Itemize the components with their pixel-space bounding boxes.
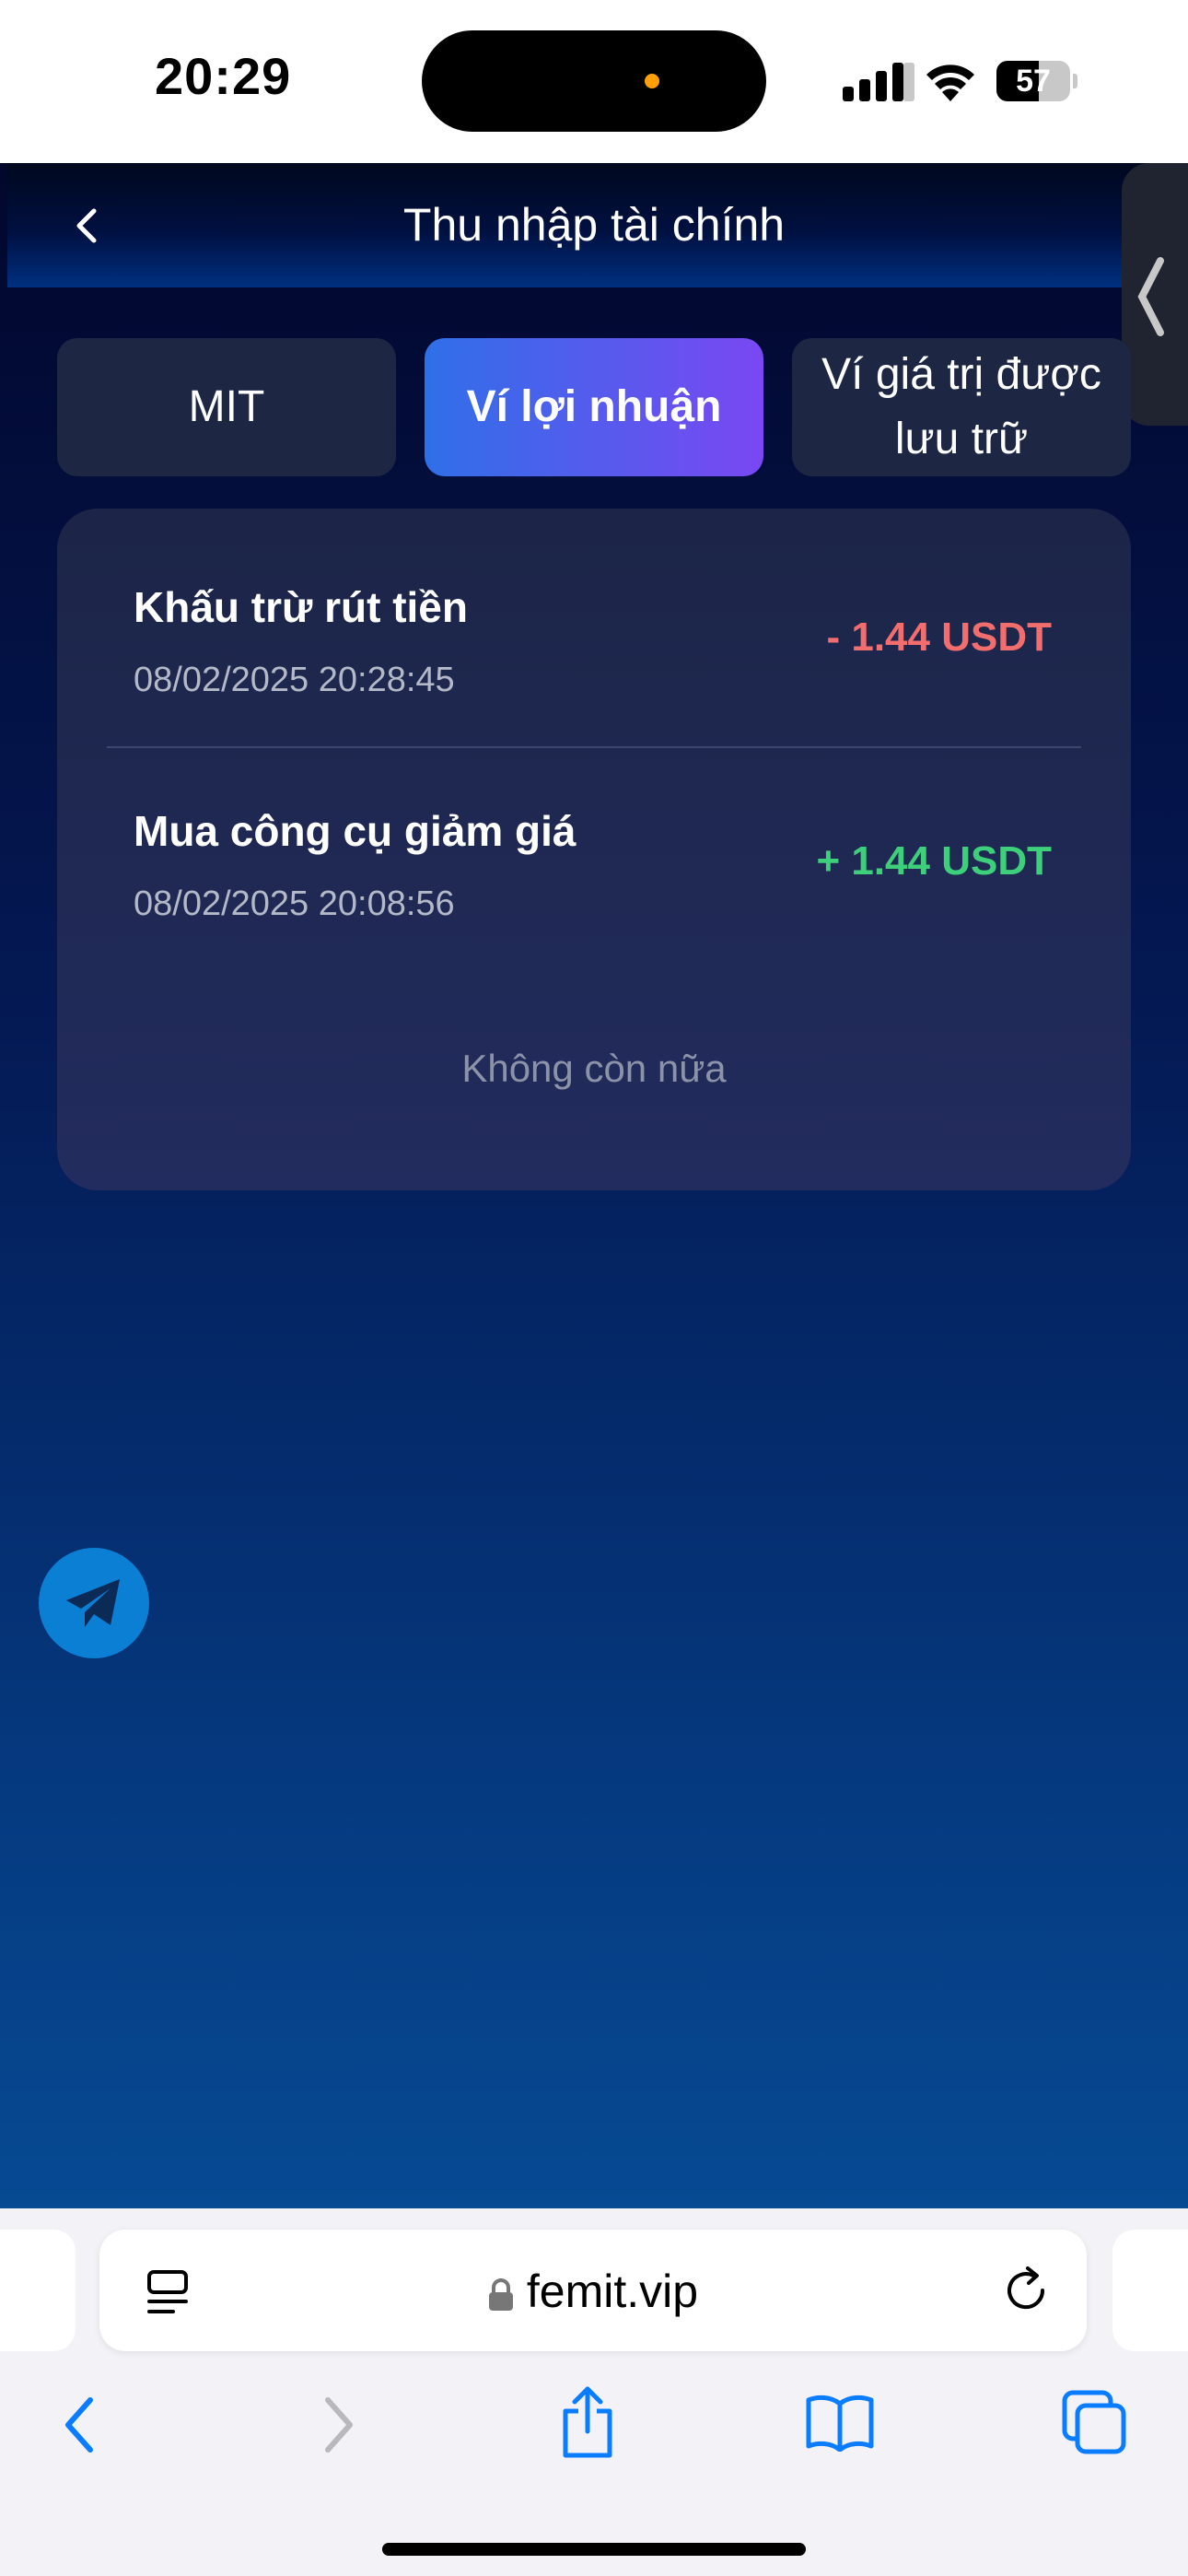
bookmarks-icon[interactable] bbox=[805, 2393, 875, 2452]
side-panel-handle[interactable] bbox=[1122, 163, 1188, 426]
url-text: femit.vip bbox=[526, 2266, 699, 2317]
telegram-icon bbox=[66, 1579, 120, 1627]
previous-tab-preview[interactable] bbox=[0, 2230, 76, 2351]
tabs-icon[interactable] bbox=[1061, 2389, 1127, 2455]
wifi-icon bbox=[926, 64, 974, 101]
status-bar: 20:29 57 bbox=[0, 0, 1188, 163]
browser-toolbar: femit.vip bbox=[0, 2208, 1188, 2576]
share-icon[interactable] bbox=[558, 2385, 617, 2459]
tab-mit[interactable]: MIT bbox=[57, 338, 396, 476]
lock-icon bbox=[488, 2277, 513, 2311]
cellular-signal-icon bbox=[843, 63, 914, 101]
transaction-name: Khấu trừ rút tiền bbox=[134, 583, 468, 631]
app-screen: Thu nhập tài chính MIT Ví lợi nhuận Ví g… bbox=[0, 163, 1188, 2208]
next-tab-preview[interactable] bbox=[1112, 2230, 1188, 2351]
battery-icon: 57 bbox=[996, 61, 1077, 101]
home-indicator bbox=[382, 2543, 806, 2556]
transaction-date: 08/02/2025 20:28:45 bbox=[134, 661, 455, 699]
status-time: 20:29 bbox=[155, 47, 292, 105]
transaction-amount: + 1.44 USDT bbox=[816, 838, 1052, 884]
chevron-left-icon bbox=[1137, 257, 1164, 336]
transaction-amount: - 1.44 USDT bbox=[826, 615, 1052, 660]
tab-stored-value-wallet[interactable]: Ví giá trị được lưu trữ bbox=[792, 338, 1131, 476]
browser-back-icon[interactable] bbox=[57, 2393, 103, 2457]
battery-percent: 57 bbox=[1016, 64, 1051, 99]
tab-profit-wallet[interactable]: Ví lợi nhuận bbox=[425, 338, 763, 476]
privacy-indicator-dot bbox=[645, 74, 659, 88]
dynamic-island bbox=[422, 30, 766, 132]
transaction-date: 08/02/2025 20:08:56 bbox=[134, 884, 455, 923]
transaction-row[interactable]: Mua công cụ giảm giá 08/02/2025 20:08:56… bbox=[57, 732, 1131, 954]
reload-icon[interactable] bbox=[1002, 2266, 1050, 2314]
list-end-text: Không còn nữa bbox=[461, 1047, 727, 1090]
telegram-button[interactable] bbox=[39, 1548, 149, 1658]
browser-forward-icon[interactable] bbox=[315, 2393, 361, 2457]
address-bar[interactable]: femit.vip bbox=[99, 2230, 1087, 2351]
page-title: Thu nhập tài chính bbox=[402, 199, 786, 251]
transaction-row[interactable]: Khấu trừ rút tiền 08/02/2025 20:28:45 - … bbox=[57, 509, 1131, 730]
transaction-name: Mua công cụ giảm giá bbox=[134, 807, 577, 855]
transaction-list: Khấu trừ rút tiền 08/02/2025 20:28:45 - … bbox=[57, 509, 1131, 1190]
